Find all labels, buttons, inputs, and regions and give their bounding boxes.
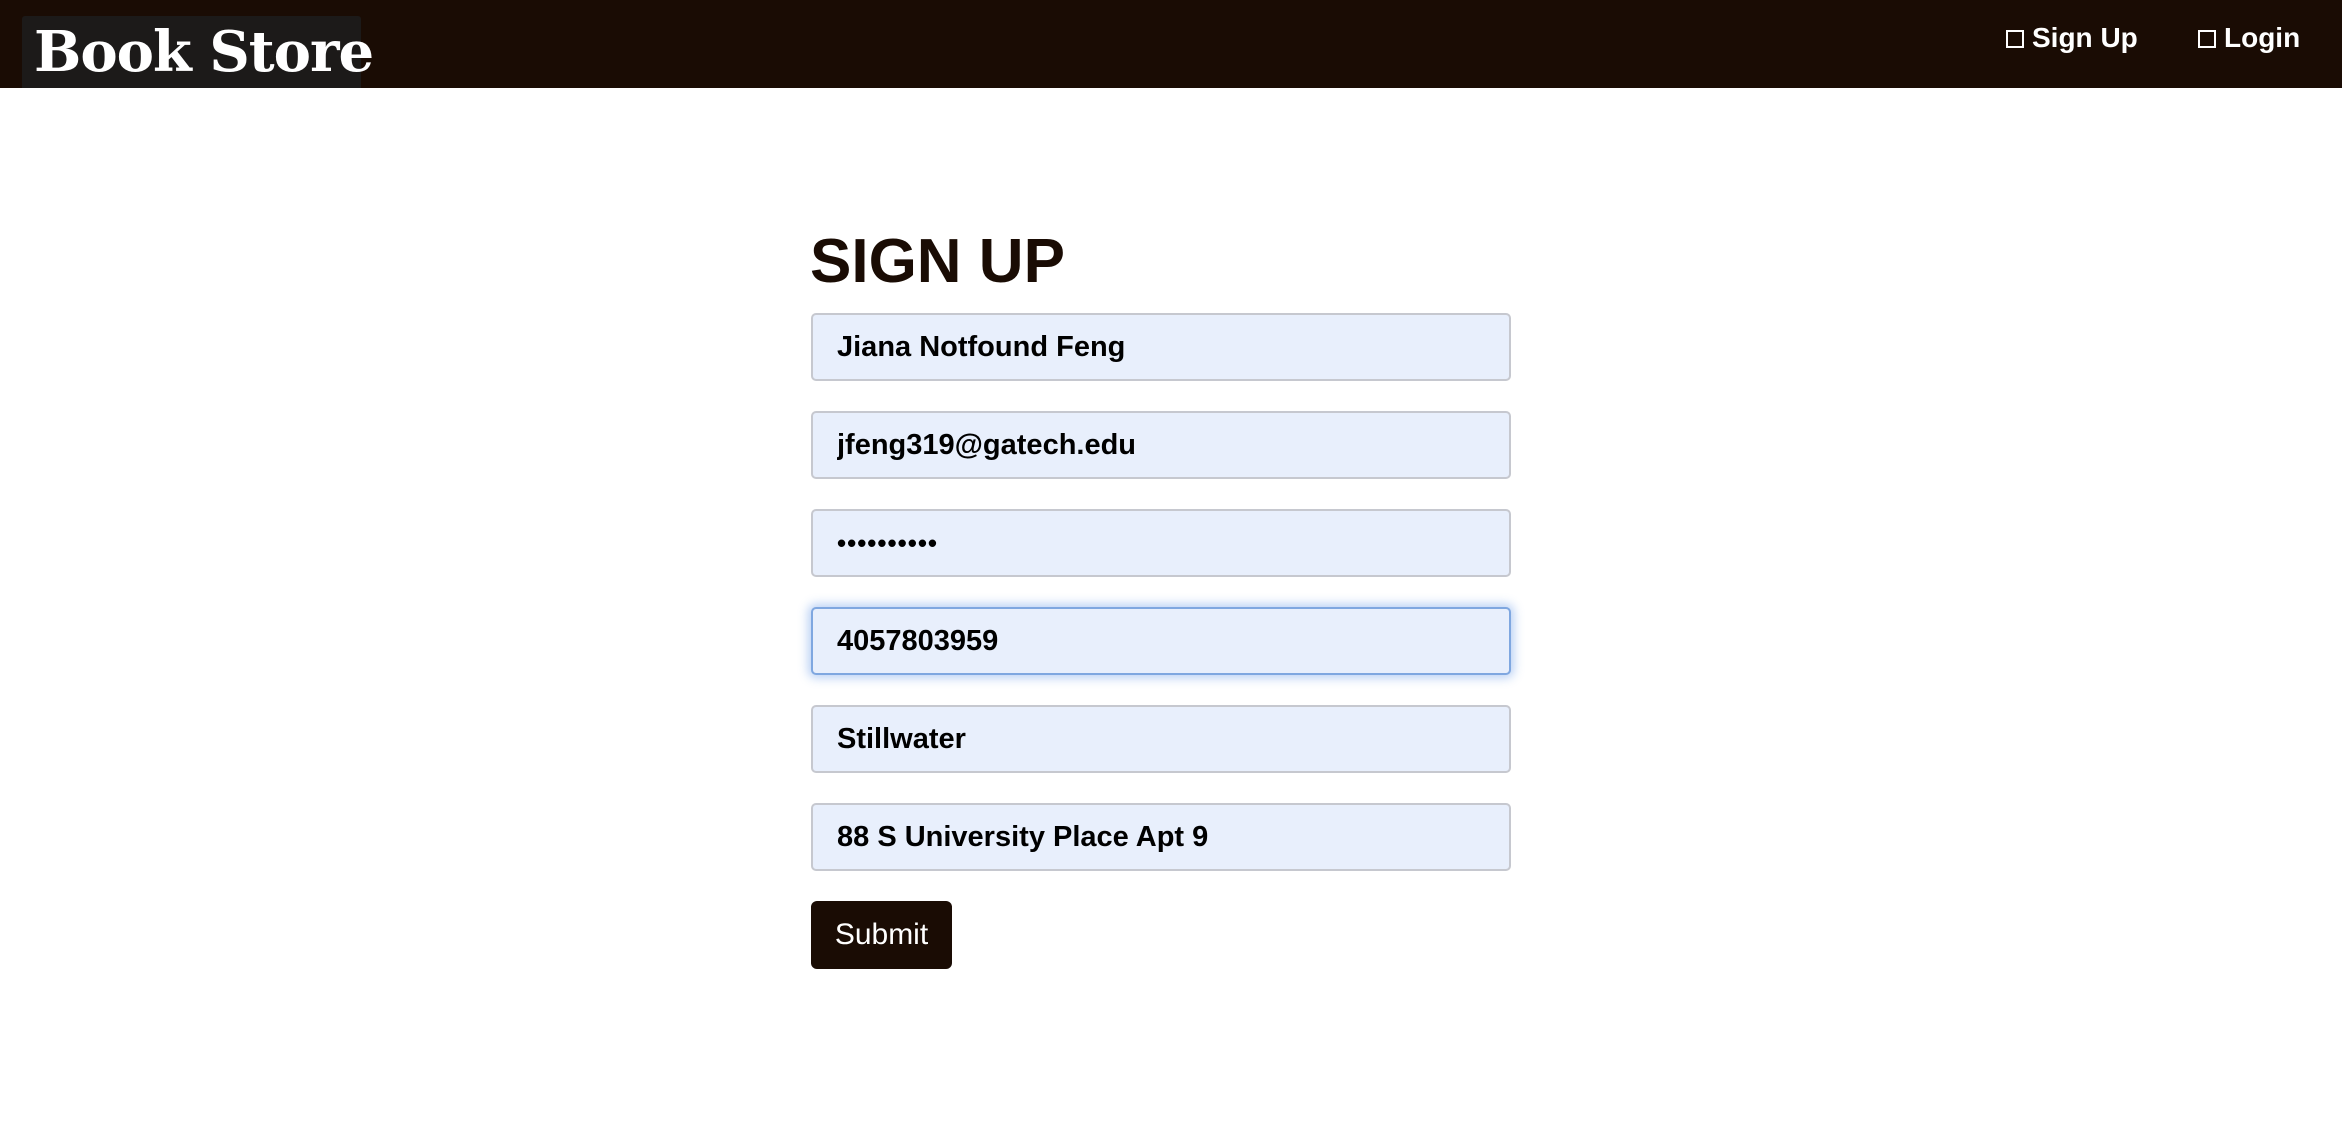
- city-field[interactable]: [811, 705, 1511, 773]
- nav-signup-label: Sign Up: [2032, 22, 2138, 53]
- page-title: SIGN UP: [810, 227, 1065, 296]
- square-icon: [2198, 30, 2216, 48]
- top-navbar: Book Store Sign Up Login: [0, 0, 2342, 88]
- phone-field[interactable]: [811, 607, 1511, 675]
- nav-login-label: Login: [2224, 22, 2301, 53]
- address-field[interactable]: [811, 803, 1511, 871]
- square-icon: [2006, 30, 2024, 48]
- brand-logo[interactable]: Book Store: [22, 16, 374, 88]
- submit-button[interactable]: Submit: [811, 901, 952, 969]
- nav-signup-link[interactable]: Sign Up: [2006, 18, 2138, 58]
- nav-login-link[interactable]: Login: [2198, 18, 2300, 58]
- email-field[interactable]: [811, 411, 1511, 479]
- password-field[interactable]: [811, 509, 1511, 577]
- name-field[interactable]: [811, 313, 1511, 381]
